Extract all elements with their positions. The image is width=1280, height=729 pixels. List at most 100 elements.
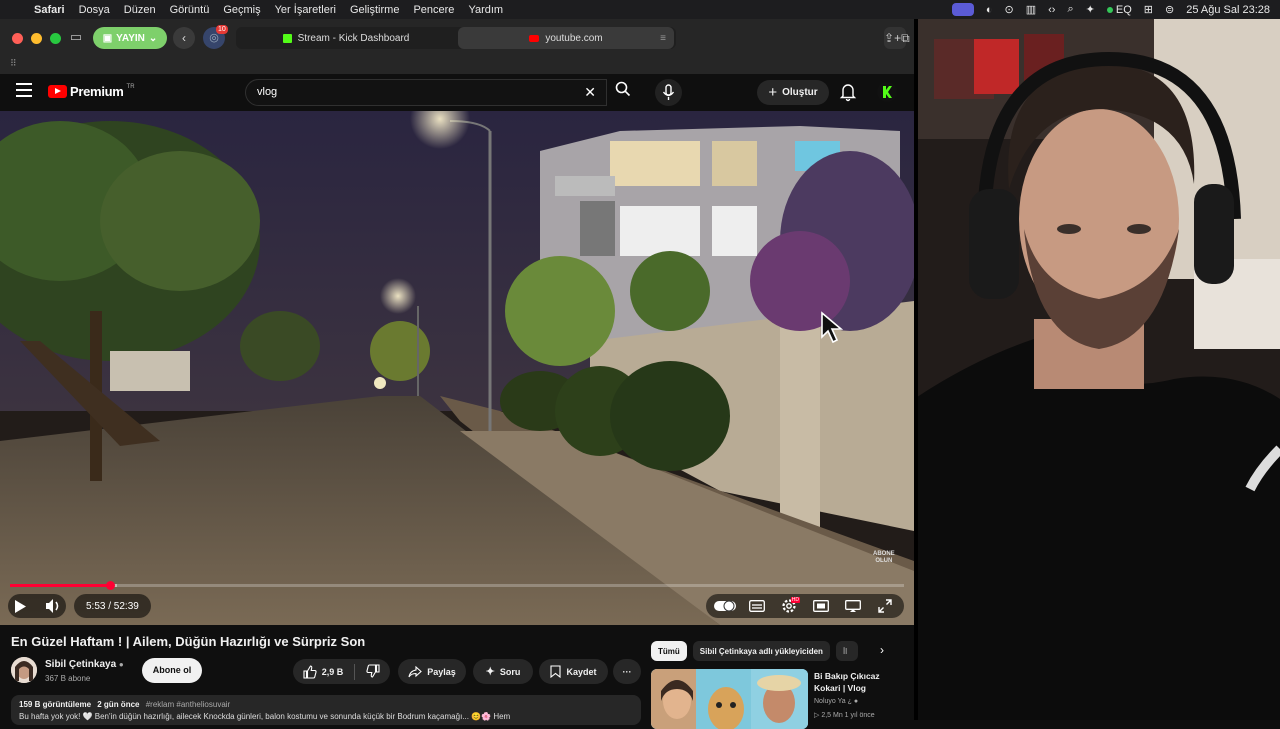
tab-overview-icon[interactable]: ⧉ [901, 27, 910, 49]
subtitles-icon [749, 600, 765, 612]
share-icon[interactable]: ⇪ [884, 27, 894, 49]
chevron-right-icon[interactable]: › [880, 643, 884, 657]
subtitles-button[interactable] [744, 594, 770, 618]
ask-label: Soru [499, 666, 521, 677]
menu-yardim[interactable]: Yardım [468, 4, 503, 16]
menu-dosya[interactable]: Dosya [79, 4, 110, 16]
save-button[interactable]: Kaydet [539, 659, 608, 684]
new-tab-icon[interactable]: + [894, 27, 901, 49]
description-box[interactable]: 159 B görüntüleme 2 gün önce #reklam #an… [11, 695, 641, 725]
voice-search-button[interactable] [655, 79, 682, 106]
bell-icon [839, 84, 857, 102]
tab-youtube[interactable]: youtube.com ≡ [458, 27, 674, 49]
video-frame-image [0, 111, 914, 625]
chip-all[interactable]: Tümü [651, 641, 687, 661]
youtube-premium-logo[interactable]: Premium TR [48, 84, 135, 99]
more-actions-button[interactable]: ··· [613, 659, 641, 684]
settings-button[interactable]: HD [776, 594, 802, 618]
sidebar-toggle-icon[interactable]: ▭ [66, 29, 86, 47]
time-display: 5:53 / 52:39 [74, 594, 151, 618]
code-icon[interactable]: ‹› [1048, 4, 1055, 16]
menu-pencere[interactable]: Pencere [413, 4, 454, 16]
webcam-divider [914, 19, 918, 720]
account-avatar[interactable] [877, 82, 897, 102]
channel-avatar[interactable] [11, 657, 37, 683]
like-button[interactable]: 2,9 B [303, 664, 344, 679]
back-button[interactable]: ‹ [173, 27, 195, 49]
subscribe-watermark[interactable]: ABONE OLUN [873, 551, 895, 565]
like-count: 2,9 B [321, 666, 344, 677]
clear-search-icon[interactable]: ✕ [584, 84, 596, 101]
grid-icon[interactable]: ⊞ [1144, 3, 1153, 16]
control-center-icon[interactable]: ⊜ [1165, 3, 1174, 16]
search-input[interactable] [257, 86, 557, 98]
menu-duzen[interactable]: Düzen [124, 4, 156, 16]
tab-group-yayin-button[interactable]: ▣ YAYIN ⌄ [93, 27, 167, 49]
microphone-icon [662, 84, 675, 100]
favorites-grid-icon[interactable]: ⠿ [10, 58, 17, 69]
mute-button[interactable] [42, 594, 66, 618]
menu-gecmis[interactable]: Geçmiş [223, 4, 260, 16]
video-player[interactable]: ABONE OLUN 5:53 / 52:39 HD [0, 111, 914, 625]
menu-goruntu[interactable]: Görüntü [170, 4, 210, 16]
autoplay-toggle[interactable] [712, 594, 738, 618]
window-controls [12, 33, 61, 44]
cast-icon [845, 600, 861, 612]
channel-avatar-image [11, 657, 37, 683]
recommended-thumbnail[interactable] [651, 669, 808, 729]
upload-age: 2 gün önce [97, 700, 140, 709]
tab-bar: Stream - Kick Dashboard youtube.com ≡ [236, 27, 676, 49]
share-button[interactable]: Paylaş [398, 659, 466, 684]
autoplay-toggle-icon [714, 600, 736, 612]
progress-scrubber-handle[interactable] [105, 581, 115, 590]
tab-title: Stream - Kick Dashboard [297, 32, 410, 44]
tab-kick-dashboard[interactable]: Stream - Kick Dashboard [236, 27, 456, 49]
related-filter-chips: Tümü Sibil Çetinkaya adlı yükleyiciden İ… [651, 641, 858, 661]
miniplayer-icon [813, 600, 829, 612]
toolbar-action-group: ⇪ + ⧉ [884, 27, 910, 49]
create-button[interactable]: + Oluştur [757, 80, 829, 105]
close-window-button[interactable] [12, 33, 23, 44]
recommended-channel[interactable]: Noluyo Ya ¿ ● [814, 698, 858, 705]
miniplayer-button[interactable] [808, 594, 834, 618]
safari-toolbar: ▭ ▣ YAYIN ⌄ ‹ ◎ 10 Stream - Kick Dashboa… [0, 19, 914, 74]
menu-app-safari[interactable]: Safari [34, 4, 65, 16]
minimize-window-button[interactable] [31, 33, 42, 44]
hamburger-menu-icon[interactable] [16, 83, 32, 97]
chip-from-uploader[interactable]: Sibil Çetinkaya adlı yükleyiciden [692, 641, 830, 661]
eq-status[interactable]: EQ [1106, 4, 1132, 16]
video-info-section: En Güzel Haftam ! | Ailem, Düğün Hazırlı… [0, 625, 914, 729]
play-button[interactable] [8, 594, 32, 618]
player-left-controls [8, 594, 66, 618]
clock-datetime[interactable]: 25 Ağu Sal 23:28 [1186, 4, 1270, 16]
channel-name[interactable]: Sibil Çetinkaya ● [45, 659, 124, 670]
youtube-header: Premium TR ✕ + Oluştur [0, 74, 914, 111]
fullscreen-button[interactable] [872, 594, 898, 618]
sync-icon[interactable]: ◐ [986, 4, 993, 16]
bookmark-icon [550, 665, 562, 678]
subscribe-button[interactable]: Abone ol [142, 658, 202, 683]
zoom-window-button[interactable] [50, 33, 61, 44]
tab-group-icon: ▣ [102, 32, 113, 44]
menu-gelistirme[interactable]: Geliştirme [350, 4, 400, 16]
search-button[interactable] [607, 79, 639, 106]
notifications-button[interactable] [838, 80, 858, 104]
search-icon[interactable]: ⌕ [1067, 3, 1073, 16]
menu-yer-isaretleri[interactable]: Yer İşaretleri [275, 4, 336, 16]
play-circle-icon[interactable]: ⊙ [1005, 3, 1014, 16]
search-box: ✕ [245, 79, 607, 106]
recommended-title[interactable]: Bi Bakıp Çıkıcaz Kokari | Vlog [814, 670, 904, 694]
bars-icon[interactable]: ▥ [1026, 3, 1036, 16]
youtube-play-logo-icon [48, 85, 67, 98]
ask-button[interactable]: ✦ Soru [473, 659, 533, 684]
screen-mirror-icon[interactable] [951, 3, 974, 16]
progress-bar[interactable] [10, 581, 904, 590]
chip-related[interactable]: İl [835, 641, 858, 661]
dislike-button[interactable] [366, 663, 380, 680]
sparkle-icon[interactable]: ✦ [1086, 3, 1095, 16]
mouse-cursor-icon [820, 311, 844, 350]
hashtags[interactable]: #reklam #antheliosuvair [146, 700, 231, 709]
tab-group-label: YAYIN [116, 32, 145, 44]
theater-mode-button[interactable] [840, 594, 866, 618]
reader-lines-icon[interactable]: ≡ [660, 33, 666, 44]
